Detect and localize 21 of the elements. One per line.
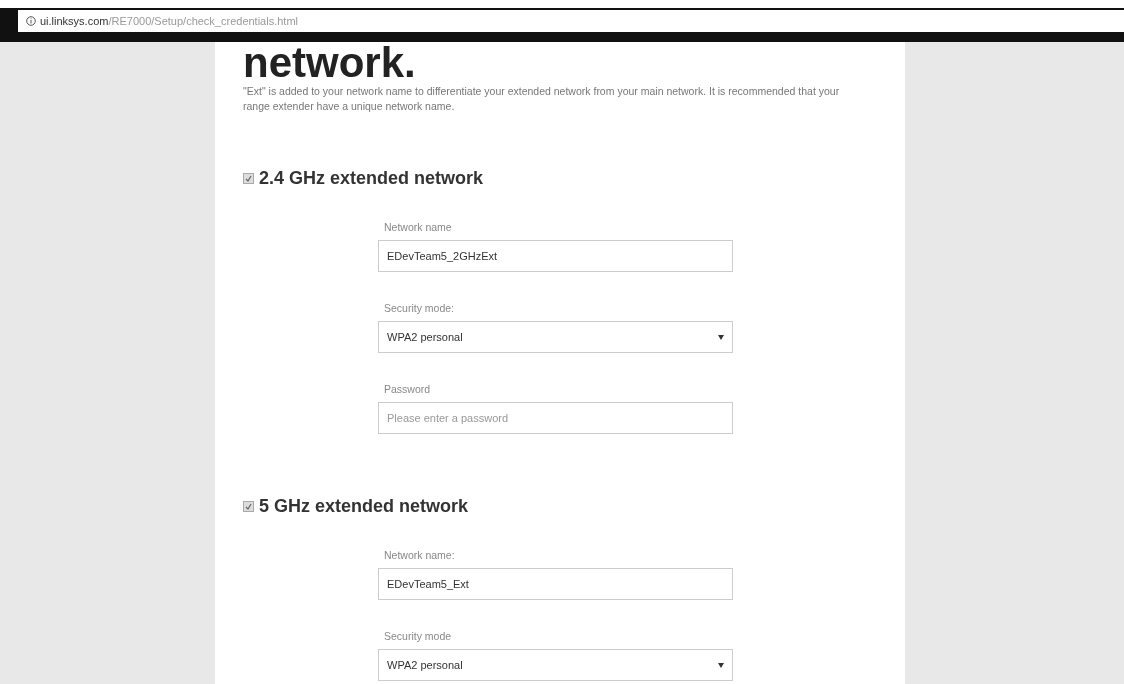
checkbox[interactable] bbox=[243, 501, 254, 512]
field-label: Security mode bbox=[384, 630, 453, 642]
info-icon bbox=[26, 16, 36, 26]
input-field[interactable]: EDevTeam5_2GHzExt bbox=[378, 240, 733, 272]
select-field[interactable]: WPA2 personal bbox=[378, 321, 733, 353]
select-field[interactable]: WPA2 personal bbox=[378, 649, 733, 681]
url-path: /RE7000/Setup/check_credentials.html bbox=[108, 15, 299, 27]
intro-text: "Ext" is added to your network name to differentiate your extended network from your main network. It is recommended that your range extender have a unique network name. bbox=[243, 84, 841, 114]
field-label: Password bbox=[384, 383, 432, 395]
section-title: 5 GHz extended network bbox=[259, 496, 469, 517]
page-heading: network. bbox=[243, 42, 417, 84]
field-label: Network name bbox=[384, 221, 453, 233]
section-title: 2.4 GHz extended network bbox=[259, 168, 484, 189]
field-label: Security mode: bbox=[384, 302, 456, 314]
dropdown-icon bbox=[718, 334, 724, 340]
address-bar[interactable]: ui.linksys.com/RE7000/Setup/check_credentials.html bbox=[18, 10, 1124, 32]
field-label: Network name: bbox=[384, 549, 456, 561]
dropdown-icon bbox=[718, 662, 724, 668]
checkbox[interactable] bbox=[243, 173, 254, 184]
input-field[interactable]: EDevTeam5_Ext bbox=[378, 568, 733, 600]
url-domain: ui.linksys.com bbox=[40, 15, 109, 27]
